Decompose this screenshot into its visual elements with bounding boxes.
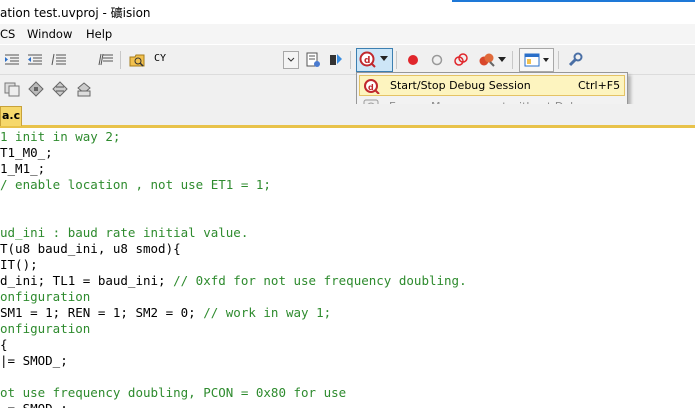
- target-combo[interactable]: CY: [150, 52, 298, 68]
- chevron-down-icon: [379, 50, 389, 68]
- toolbar-separator: [350, 51, 351, 69]
- comment-selection-icon[interactable]: [50, 51, 68, 69]
- code-text: SM1 = 1; REN = 1; SM2 = 0;: [0, 305, 204, 320]
- insert-remove-icon[interactable]: [326, 51, 344, 69]
- window-title: ation test.uvproj - 礦ision: [0, 6, 151, 20]
- file-tab-strip: a.c: [0, 104, 695, 128]
- menu-item-help[interactable]: Help: [86, 27, 112, 41]
- code-line: onfiguration: [0, 289, 90, 305]
- code-text: IT();: [0, 257, 38, 272]
- code-comment: onfiguration: [0, 289, 91, 304]
- menu-item-label: Start/Stop Debug Session: [390, 79, 531, 92]
- file-tab-label: a.c: [2, 109, 21, 122]
- code-line: SM1 = 1; REN = 1; SM2 = 0; // work in wa…: [0, 305, 331, 321]
- code-comment: // 0xfd for not use frequency doubling.: [173, 273, 467, 288]
- code-text: = SMOD ;: [0, 401, 68, 408]
- window-layout-button[interactable]: [519, 48, 554, 72]
- code-comment: 1 init in way 2;: [0, 129, 121, 144]
- toolbar-separator: [396, 51, 397, 69]
- wrench-icon[interactable]: [566, 51, 584, 69]
- uncomment-selection-icon[interactable]: [97, 51, 115, 69]
- code-line: 1_M1_;: [0, 161, 45, 177]
- code-text: T(u8 baud_ini, u8 smod){: [0, 241, 181, 256]
- code-comment: ud_ini : baud rate initial value.: [0, 225, 249, 240]
- menu-item-window[interactable]: Window: [27, 27, 72, 41]
- toolbar-separator: [558, 51, 559, 69]
- code-line: {: [0, 337, 8, 353]
- translate-icon[interactable]: [3, 80, 21, 98]
- code-line: d_ini; TL1 = baud_ini; // 0xfd for not u…: [0, 273, 467, 289]
- code-editor[interactable]: 1 init in way 2; T1_M0_; 1_M1_; / enable lo…: [0, 128, 695, 408]
- code-comment: / enable location , not use ET1 = 1;: [0, 177, 271, 192]
- disable-breakpoint-icon[interactable]: [428, 51, 446, 69]
- batch-build-icon[interactable]: [75, 80, 93, 98]
- code-line: T(u8 baud_ini, u8 smod){: [0, 241, 181, 257]
- chevron-down-icon[interactable]: [283, 51, 299, 69]
- code-line: 1 init in way 2;: [0, 129, 120, 145]
- title-accent: [452, 0, 695, 2]
- toolbar-main: CY d: [0, 45, 695, 75]
- code-text: {: [0, 337, 8, 352]
- menu-item-shortcut: Ctrl+F5: [578, 79, 621, 92]
- code-text: |= SMOD_;: [0, 353, 68, 368]
- code-line: IT();: [0, 257, 38, 273]
- build-icon[interactable]: [27, 80, 45, 98]
- title-bar: ation test.uvproj - 礦ision: [0, 0, 695, 24]
- code-line: / enable location , not use ET1 = 1;: [0, 177, 271, 193]
- target-combo-value: CY: [154, 53, 167, 64]
- code-line: T1_M0_;: [0, 145, 53, 161]
- file-tab[interactable]: a.c: [0, 106, 22, 126]
- code-comment: onfiguration: [0, 321, 91, 336]
- svg-text:d: d: [364, 56, 370, 66]
- code-comment: // work in way 1;: [203, 305, 332, 320]
- code-line: ud_ini : baud rate initial value.: [0, 225, 248, 241]
- indent-icon[interactable]: [3, 51, 21, 69]
- code-text: T1_M0_;: [0, 145, 53, 160]
- unindent-icon[interactable]: [26, 51, 44, 69]
- code-line: onfiguration: [0, 321, 90, 337]
- disable-all-breakpoints-icon[interactable]: [452, 51, 470, 69]
- menu-item-cs[interactable]: CS: [0, 27, 15, 41]
- toolbar-separator: [512, 51, 513, 69]
- code-text: d_ini; TL1 = baud_ini;: [0, 273, 174, 288]
- menu-bar: CS Window Help: [0, 24, 695, 44]
- find-in-files-icon[interactable]: [128, 51, 146, 69]
- rebuild-icon[interactable]: [51, 80, 69, 98]
- configure-icon[interactable]: [304, 51, 322, 69]
- kill-all-breakpoints-icon[interactable]: [478, 51, 496, 69]
- debug-icon: d: [359, 50, 377, 68]
- code-comment: ot use frequency doubling, PCON = 0x80 f…: [0, 385, 347, 400]
- svg-text:d: d: [368, 83, 374, 92]
- code-line: = SMOD ;: [0, 401, 68, 408]
- breakpoint-icon[interactable]: [404, 51, 422, 69]
- toolbar-separator: [120, 51, 121, 69]
- chevron-down-icon[interactable]: [498, 51, 506, 69]
- code-line: ot use frequency doubling, PCON = 0x80 f…: [0, 385, 346, 401]
- debug-session-button[interactable]: d: [356, 48, 393, 72]
- code-line: |= SMOD_;: [0, 353, 68, 369]
- menu-item-start-stop-debug[interactable]: d Start/Stop Debug Session Ctrl+F5: [359, 75, 625, 96]
- code-text: 1_M1_;: [0, 161, 46, 176]
- debug-icon: d: [364, 78, 380, 95]
